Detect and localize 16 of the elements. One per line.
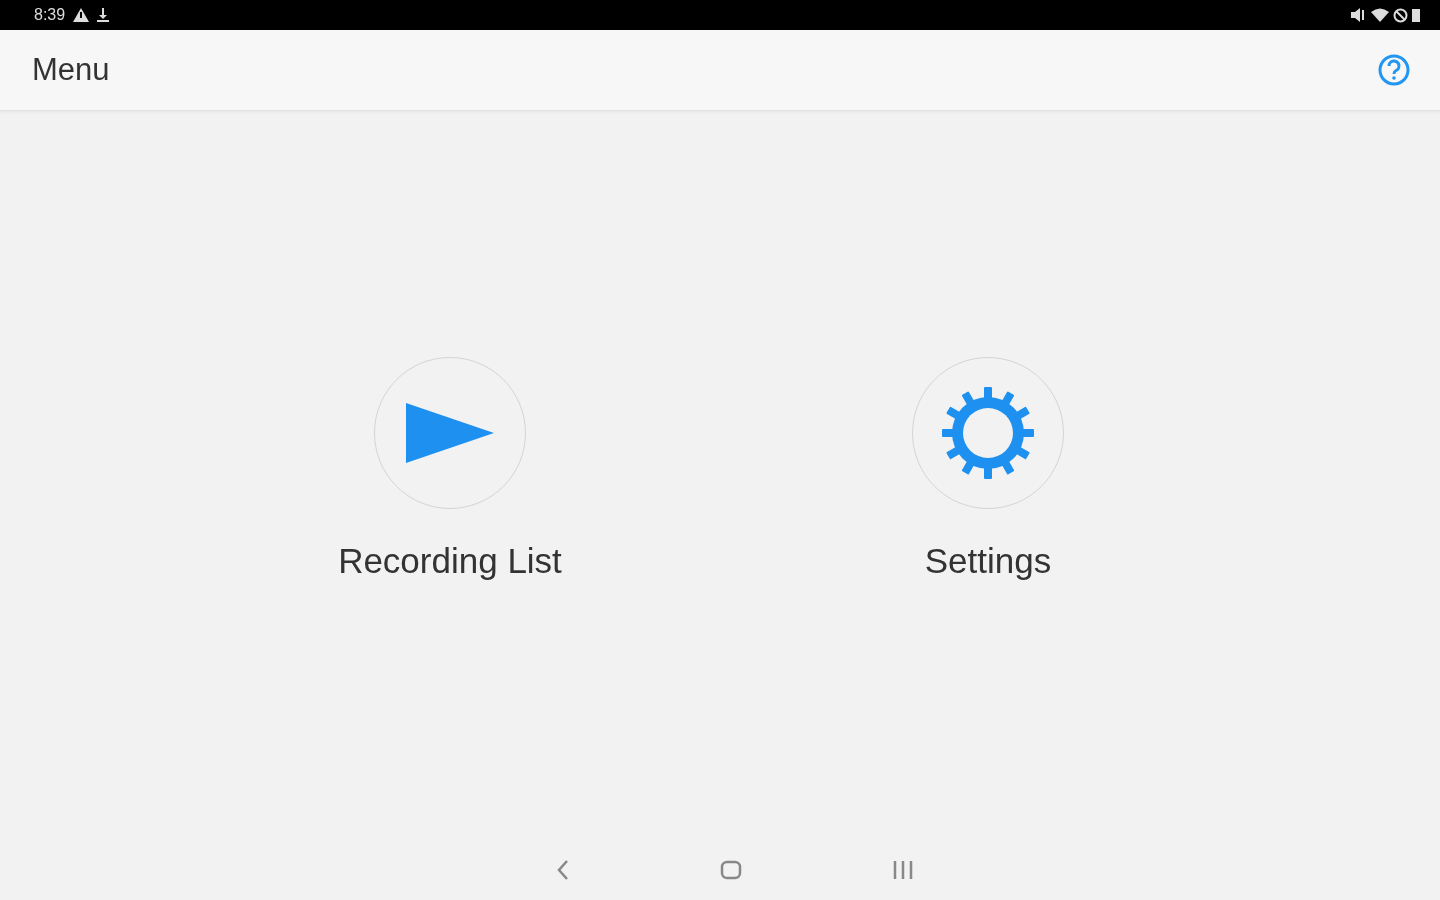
mute-icon [1351,8,1367,22]
battery-icon [1412,8,1420,22]
home-icon[interactable] [720,860,742,880]
do-not-disturb-icon [1393,7,1408,23]
back-icon[interactable] [556,859,570,881]
settings-icon [941,386,1035,480]
status-time: 8:39 [34,5,66,25]
menu-label[interactable]: Settings [924,535,1052,588]
menu-label[interactable]: Recording List [338,535,562,588]
help-icon[interactable] [1378,54,1410,86]
download-icon [97,8,110,22]
app-title: Menu [32,50,110,89]
recent-apps-icon[interactable] [892,860,914,880]
warning-icon [73,8,90,22]
wifi-icon [1371,8,1389,22]
play-icon [406,403,494,463]
